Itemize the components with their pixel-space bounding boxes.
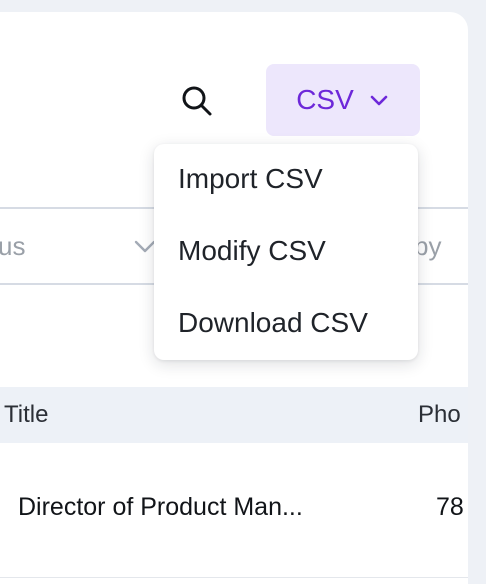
menu-item-modify-csv[interactable]: Modify CSV: [154, 221, 418, 281]
search-button[interactable]: [180, 84, 214, 118]
cell-phone: 78: [436, 493, 464, 521]
csv-dropdown-button[interactable]: CSV: [266, 64, 420, 136]
cell-title: Director of Product Man...: [18, 493, 303, 521]
search-icon: [182, 86, 212, 116]
menu-item-import-csv[interactable]: Import CSV: [154, 149, 418, 209]
menu-item-download-csv[interactable]: Download CSV: [154, 293, 418, 353]
main-panel: CSV us by Title Pho Director of Product …: [0, 12, 468, 584]
column-header-title[interactable]: Title: [4, 401, 48, 429]
column-header-phone[interactable]: Pho: [418, 401, 461, 429]
table-header: Title Pho: [0, 387, 468, 443]
status-filter-label[interactable]: us: [0, 231, 25, 262]
table-row[interactable]: Director of Product Man... 78: [0, 443, 468, 578]
csv-dropdown-menu: Import CSV Modify CSV Download CSV: [154, 144, 418, 360]
chevron-down-icon: [368, 89, 390, 111]
sort-by-filter-label[interactable]: by: [414, 231, 441, 262]
csv-button-label: CSV: [296, 84, 354, 115]
